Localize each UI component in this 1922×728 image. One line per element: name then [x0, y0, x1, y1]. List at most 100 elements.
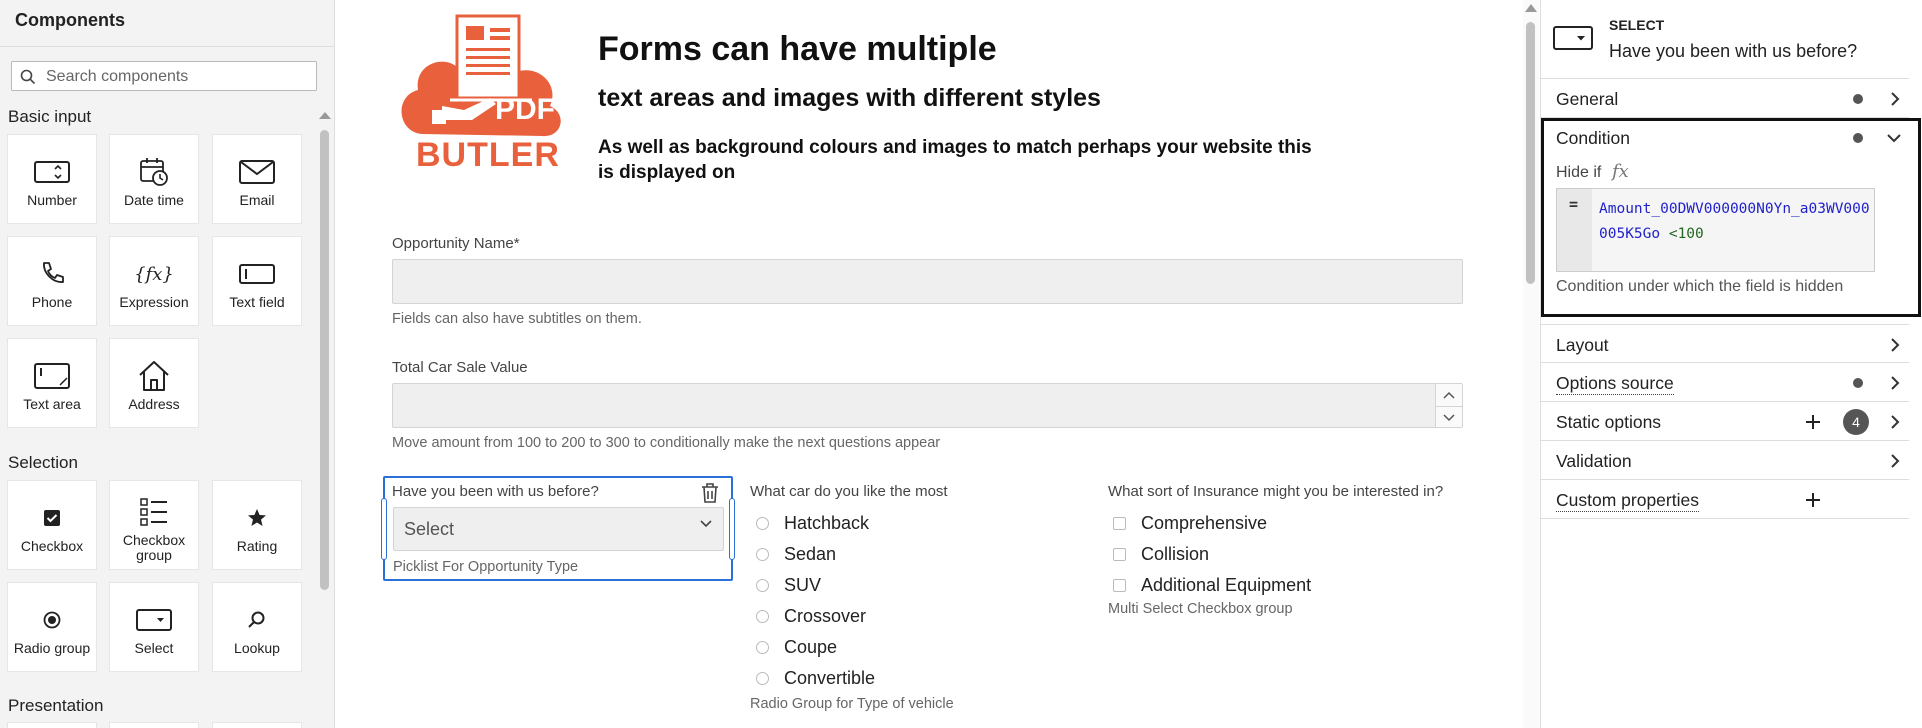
star-icon — [248, 509, 266, 526]
hide-if-label: Hide if — [1556, 164, 1602, 181]
tile-partial[interactable] — [109, 722, 199, 728]
tile-checkbox[interactable]: Checkbox — [7, 480, 97, 570]
select-icon — [1553, 26, 1593, 50]
plus-icon[interactable] — [1805, 492, 1821, 508]
search-box[interactable] — [11, 61, 317, 91]
checkbox-option-label[interactable]: Comprehensive — [1141, 513, 1267, 534]
section-static-options[interactable]: Static options 4 — [1541, 402, 1909, 441]
calendar-clock-icon — [140, 158, 168, 186]
lookup-search-icon — [248, 611, 265, 628]
radio-option-label[interactable]: SUV — [784, 575, 821, 596]
radio-button[interactable] — [756, 610, 769, 623]
checkbox[interactable] — [1113, 548, 1126, 561]
radio-button[interactable] — [756, 548, 769, 561]
number-icon — [34, 161, 70, 183]
radio-option-label[interactable]: Sedan — [784, 544, 836, 565]
scrollbar-thumb[interactable] — [320, 130, 329, 590]
radio-option-label[interactable]: Crossover — [784, 606, 866, 627]
select-dropdown[interactable]: Select — [393, 507, 724, 551]
section-layout[interactable]: Layout — [1541, 324, 1909, 363]
checkbox[interactable] — [1113, 579, 1126, 592]
section-label: General — [1556, 89, 1619, 109]
radio-option-label[interactable]: Hatchback — [784, 513, 869, 534]
expression-operator: <100 — [1668, 226, 1704, 242]
equals-sign: = — [1569, 195, 1579, 213]
svg-text:{fx}: {fx} — [136, 264, 172, 285]
tile-expression[interactable]: {fx} Expression — [109, 236, 199, 326]
tile-select[interactable]: Select — [109, 582, 199, 672]
radio-button[interactable] — [756, 641, 769, 654]
text-field-icon — [239, 264, 275, 284]
search-input[interactable] — [44, 66, 308, 88]
fx-icon[interactable]: fx — [1612, 161, 1629, 182]
scroll-up-arrow-icon[interactable] — [319, 112, 331, 119]
plus-icon[interactable] — [1805, 414, 1821, 430]
stepper-up[interactable] — [1436, 384, 1462, 405]
left-scrollbar[interactable] — [318, 110, 331, 728]
tile-label: Rating — [236, 538, 278, 554]
select-field-subtitle: Picklist For Opportunity Type — [393, 559, 579, 575]
tile-date-time[interactable]: Date time — [109, 134, 199, 224]
resize-handle-left[interactable] — [381, 498, 387, 560]
checkbox-option-label[interactable]: Additional Equipment — [1141, 575, 1311, 596]
chevron-right-icon — [1891, 338, 1900, 352]
count-badge: 4 — [1843, 409, 1869, 435]
scroll-up-arrow-icon[interactable] — [1525, 4, 1537, 12]
tile-label: Text field — [229, 294, 285, 310]
tile-rating[interactable]: Rating — [212, 480, 302, 570]
stepper-down[interactable] — [1436, 406, 1462, 428]
tile-text-area[interactable]: Text area — [7, 338, 97, 428]
tile-label: Select — [134, 640, 174, 656]
tile-label: Expression — [119, 294, 189, 310]
section-label: Static options — [1556, 412, 1662, 432]
radio-button[interactable] — [756, 517, 769, 530]
section-options-source[interactable]: Options source — [1541, 363, 1909, 402]
radio-button[interactable] — [756, 672, 769, 685]
text-area-icon — [34, 363, 70, 389]
condition-expression-editor[interactable]: = Amount_00DWV000000N0Yn_a03WV000005K5Go… — [1556, 188, 1875, 272]
expression-code[interactable]: Amount_00DWV000000N0Yn_a03WV000005K5Go <… — [1599, 197, 1871, 247]
tile-email[interactable]: Email — [212, 134, 302, 224]
tile-checkbox-group[interactable]: Checkbox group — [109, 480, 199, 570]
logo-text-pdf: PDF — [495, 93, 555, 126]
chevron-down-icon[interactable] — [1886, 132, 1902, 144]
section-label[interactable]: Condition — [1556, 128, 1630, 149]
car-radio-label: What car do you like the most — [750, 483, 948, 500]
scrollbar-thumb[interactable] — [1526, 22, 1535, 284]
section-custom-properties[interactable]: Custom properties — [1541, 480, 1909, 519]
radio-option-label[interactable]: Convertible — [784, 668, 875, 689]
trash-icon[interactable] — [700, 482, 720, 504]
tile-label: Date time — [124, 192, 184, 208]
logo-text-butler: BUTLER — [416, 136, 560, 174]
tile-text-field[interactable]: Text field — [212, 236, 302, 326]
checkbox-option-label[interactable]: Collision — [1141, 544, 1209, 565]
opportunity-name-subtitle: Fields can also have subtitles on them. — [392, 311, 642, 327]
radio-button[interactable] — [756, 579, 769, 592]
tile-partial[interactable] — [212, 722, 302, 728]
tile-address[interactable]: Address — [109, 338, 199, 428]
tile-radio-group[interactable]: Radio group — [7, 582, 97, 672]
tile-lookup[interactable]: Lookup — [212, 582, 302, 672]
tile-label: Number — [27, 192, 77, 208]
tile-number[interactable]: Number — [7, 134, 97, 224]
chevron-down-icon — [700, 520, 712, 528]
field-type-label: SELECT — [1609, 17, 1665, 33]
tile-partial[interactable] — [7, 722, 97, 728]
section-general[interactable]: General — [1541, 79, 1909, 118]
components-panel: Components Basic input Number Date time … — [0, 0, 335, 728]
radio-option-label[interactable]: Coupe — [784, 637, 837, 658]
house-icon — [139, 361, 169, 391]
resize-handle-right[interactable] — [729, 498, 735, 560]
section-validation[interactable]: Validation — [1541, 441, 1909, 480]
opportunity-name-input[interactable] — [392, 259, 1463, 304]
form-heading-3: As well as background colours and images… — [598, 137, 1312, 183]
components-title: Components — [15, 10, 125, 30]
tile-label: Email — [239, 192, 275, 208]
tile-label: Lookup — [234, 640, 280, 656]
quantity-stepper[interactable] — [1435, 384, 1462, 427]
car-sale-value-subtitle: Move amount from 100 to 200 to 300 to co… — [392, 435, 941, 451]
checkbox[interactable] — [1113, 517, 1126, 530]
canvas-scrollbar[interactable] — [1523, 0, 1539, 728]
tile-phone[interactable]: Phone — [7, 236, 97, 326]
car-sale-value-input[interactable] — [392, 383, 1463, 428]
